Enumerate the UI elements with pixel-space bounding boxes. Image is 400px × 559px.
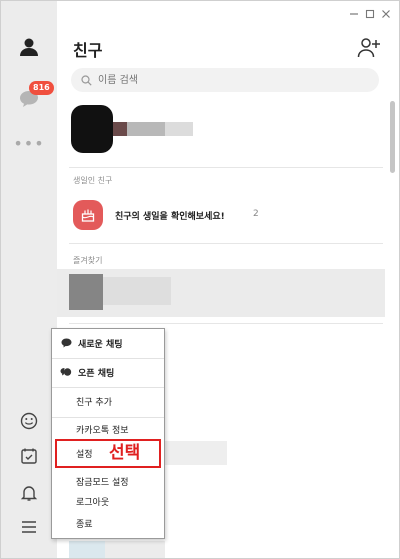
divider <box>69 167 383 168</box>
menu-item-kakaotalk-info[interactable]: 카카오톡 정보 <box>52 417 164 441</box>
chat-bubble-icon <box>60 337 72 349</box>
page-title: 친구 <box>73 41 103 60</box>
open-chat-icon <box>60 366 72 378</box>
divider <box>69 323 383 324</box>
calendar-icon[interactable] <box>15 442 43 470</box>
menu-hamburger-icon[interactable] <box>15 513 43 541</box>
menu-item-add-friend[interactable]: 친구 추가 <box>52 389 164 413</box>
birthday-section-label: 생일인 친구 <box>73 176 113 185</box>
name-blur <box>103 277 171 305</box>
avatar <box>69 274 103 310</box>
maximize-icon[interactable] <box>363 7 377 21</box>
name-blur <box>105 541 165 558</box>
name-blur <box>165 122 193 136</box>
context-menu: 새로운 채팅 오픈 채팅 친구 추가 카카오톡 정보 설정 잠금모드 설정 로그… <box>51 328 165 539</box>
name-blur <box>113 122 127 136</box>
birthday-count: 2 <box>253 209 259 219</box>
favorites-section-label: 즐겨찾기 <box>73 256 103 265</box>
search-bar[interactable] <box>71 68 379 92</box>
cake-icon <box>73 200 103 230</box>
more-icon[interactable]: ••• <box>13 129 43 157</box>
search-icon <box>81 74 92 86</box>
emoticon-icon[interactable] <box>15 407 43 435</box>
sidebar: 816 ••• <box>1 1 57 558</box>
name-blur <box>127 122 165 136</box>
name-blur <box>157 441 227 465</box>
kakaotalk-window: 816 ••• 친구 이름 검색 생일인 친구 친구의 생일을 확인해보세요! … <box>0 0 400 559</box>
birthday-text: 친구의 생일을 확인해보세요! <box>115 212 225 222</box>
avatar <box>69 541 105 558</box>
annotation-label: 선택 <box>109 443 141 463</box>
menu-item-open-chat[interactable]: 오픈 채팅 <box>52 360 164 384</box>
divider <box>69 243 383 244</box>
search-input[interactable] <box>96 73 370 87</box>
close-icon[interactable] <box>379 7 393 21</box>
menu-divider <box>52 387 164 388</box>
menu-item-logout[interactable]: 로그아웃 <box>52 489 164 513</box>
menu-item-quit[interactable]: 종료 <box>52 511 164 535</box>
minimize-icon[interactable] <box>347 7 361 21</box>
scrollbar-thumb[interactable] <box>390 101 395 173</box>
annotation-highlight-box <box>55 439 161 468</box>
menu-item-new-chat[interactable]: 새로운 채팅 <box>52 331 164 355</box>
menu-divider <box>52 358 164 359</box>
friends-tab-icon[interactable] <box>15 33 43 61</box>
avatar <box>71 105 113 153</box>
notification-bell-icon[interactable] <box>15 479 43 507</box>
chat-unread-badge: 816 <box>29 81 54 95</box>
add-friend-icon[interactable] <box>357 37 381 59</box>
